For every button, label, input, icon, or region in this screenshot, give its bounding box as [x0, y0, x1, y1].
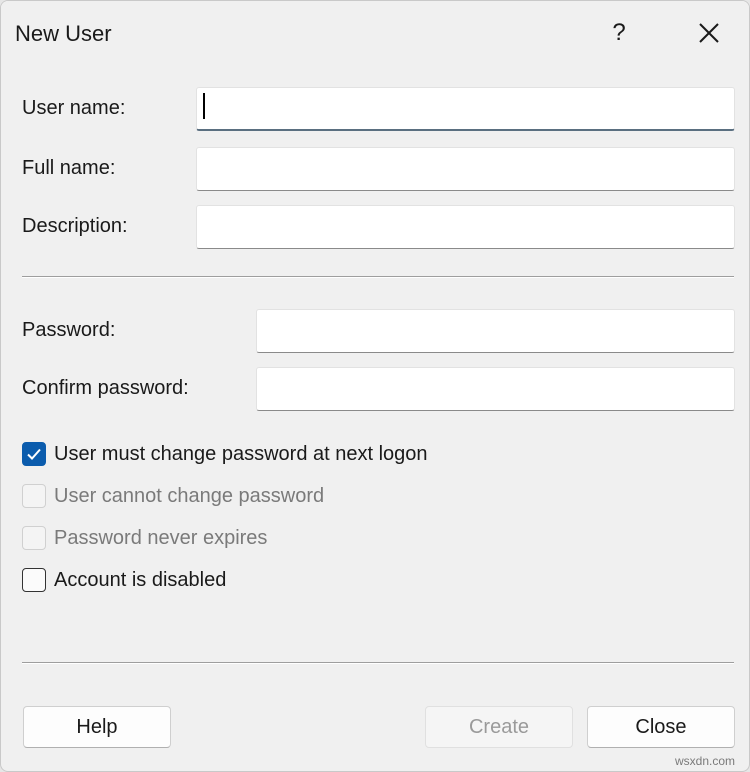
confirm-password-label: Confirm password: — [22, 377, 189, 399]
fullname-label: Full name: — [22, 157, 116, 179]
option-cannot-change-password: User cannot change password — [22, 482, 324, 510]
option-label: User cannot change password — [54, 484, 325, 507]
checkbox-checked-icon[interactable] — [22, 442, 46, 466]
dialog-title: New User — [15, 21, 112, 46]
close-button[interactable]: Close — [587, 706, 735, 748]
close-icon[interactable] — [689, 13, 729, 53]
option-must-change-password[interactable]: User must change password at next logon — [22, 440, 428, 468]
checkbox-icon — [22, 484, 46, 508]
help-title-button[interactable]: ? — [599, 13, 639, 53]
footer-divider — [22, 662, 734, 664]
fullname-field[interactable] — [196, 147, 735, 191]
description-label: Description: — [22, 215, 128, 237]
username-label: User name: — [22, 97, 126, 119]
new-user-dialog: New User ? User name: Full name: Descrip… — [0, 0, 750, 772]
create-button[interactable]: Create — [425, 706, 573, 748]
title-bar: New User ? — [1, 1, 749, 65]
checkbox-icon[interactable] — [22, 568, 46, 592]
section-divider — [22, 276, 734, 278]
option-label: Account is disabled — [54, 568, 227, 591]
option-account-disabled[interactable]: Account is disabled — [22, 566, 226, 594]
description-field[interactable] — [196, 205, 735, 249]
help-button[interactable]: Help — [23, 706, 171, 748]
option-password-never-expires: Password never expires — [22, 524, 267, 552]
password-label: Password: — [22, 319, 116, 341]
text-caret — [203, 93, 205, 119]
username-field[interactable] — [196, 87, 735, 131]
watermark-text: wsxdn.com — [675, 754, 736, 768]
option-label: User must change password at next logon — [54, 442, 428, 465]
checkbox-icon — [22, 526, 46, 550]
option-label: Password never expires — [54, 526, 268, 549]
password-field[interactable] — [256, 309, 735, 353]
confirm-password-field[interactable] — [256, 367, 735, 411]
